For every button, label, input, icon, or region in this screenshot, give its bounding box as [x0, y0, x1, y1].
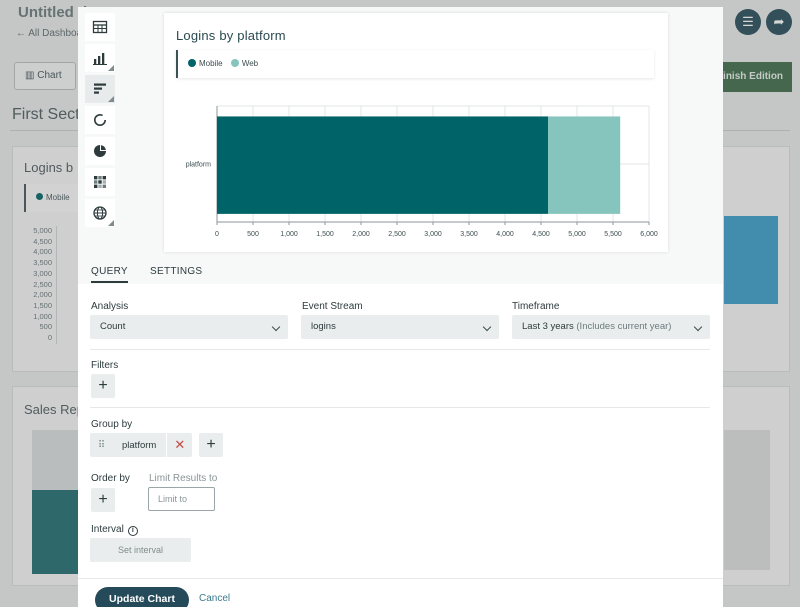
interval-label: Interval i	[91, 524, 138, 536]
divider	[90, 407, 710, 408]
x-tick-label: 5,500	[604, 231, 622, 238]
table-icon	[92, 20, 108, 34]
x-tick-label: 500	[247, 231, 259, 238]
x-tick-label: 0	[215, 231, 219, 238]
timeframe-label: Timeframe	[512, 301, 560, 312]
x-tick-label: 3,000	[424, 231, 442, 238]
x-tick-label: 3,500	[460, 231, 478, 238]
legend-label-mobile: Mobile	[199, 59, 223, 68]
group-by-chip-label: platform	[122, 439, 157, 451]
chevron-down-icon	[693, 322, 703, 332]
y-tick-label: platform	[186, 162, 211, 169]
plus-icon: +	[98, 491, 108, 508]
group-by-chip[interactable]: ⠿ platform ✕	[90, 433, 193, 457]
drag-handle-icon[interactable]: ⠿	[90, 440, 112, 451]
x-tick-label: 4,000	[496, 231, 514, 238]
heatmap-icon	[94, 176, 106, 188]
x-tick-label: 1,500	[316, 231, 334, 238]
globe-icon	[93, 206, 107, 220]
plus-icon: +	[206, 436, 216, 453]
horizontal-bar-icon	[94, 83, 106, 94]
limit-input[interactable]: Limit to	[148, 487, 215, 511]
order-by-label: Order by	[91, 473, 130, 484]
x-tick-label: 5,000	[568, 231, 586, 238]
tab-settings[interactable]: SETTINGS	[150, 266, 202, 277]
set-interval-button[interactable]: Set interval	[90, 538, 191, 562]
chart-type-horizontal-bar[interactable]	[85, 75, 115, 103]
chart-plot: platform 0 500 1,000 1,500 2,000 2,500 3,000 3,5…	[186, 105, 658, 238]
modal-footer: Update Chart Cancel	[78, 578, 723, 607]
timeframe-select[interactable]: Last 3 years (Includes current year)	[512, 315, 710, 339]
chart-type-pie[interactable]	[85, 137, 115, 165]
chevron-down-icon	[271, 322, 281, 332]
editor-tabs: QUERY SETTINGS	[78, 262, 723, 284]
chart-type-map[interactable]	[85, 199, 115, 227]
bar-web	[548, 116, 621, 214]
chart-type-toolbar	[85, 13, 115, 230]
update-chart-button[interactable]: Update Chart	[95, 587, 189, 607]
x-tick-label: 4,500	[532, 231, 550, 238]
filters-label: Filters	[91, 360, 119, 371]
bar-mobile	[217, 116, 549, 214]
legend-dot-mobile	[188, 59, 196, 67]
submenu-corner-icon	[108, 65, 114, 71]
donut-icon	[94, 114, 106, 126]
bar-chart-icon	[93, 53, 107, 65]
add-order-by-button[interactable]: +	[91, 488, 115, 512]
analysis-select[interactable]: Count	[90, 315, 288, 339]
timeframe-value: Last 3 years	[522, 321, 574, 332]
remove-icon[interactable]: ✕	[166, 433, 192, 457]
analysis-label: Analysis	[91, 301, 129, 312]
chart-legend: Mobile Web	[176, 50, 654, 78]
submenu-corner-icon	[108, 220, 114, 226]
chart-type-table[interactable]	[85, 13, 115, 41]
chart-editor-modal: Logins by platform Mobile Web platform 0 5…	[78, 7, 723, 607]
info-icon[interactable]: i	[127, 526, 138, 536]
limit-label: Limit Results to	[149, 473, 218, 484]
chart-type-donut[interactable]	[85, 106, 115, 134]
event-stream-select[interactable]: logins	[301, 315, 499, 339]
chart-title: Logins by platform	[176, 28, 286, 43]
legend-dot-web	[230, 59, 239, 67]
x-tick-label: 1,000	[280, 231, 298, 238]
legend-item-mobile[interactable]: Mobile	[188, 59, 223, 68]
timeframe-note: (Includes current year)	[576, 321, 672, 332]
group-by-label: Group by	[91, 419, 133, 430]
plus-icon: +	[98, 377, 108, 394]
chevron-down-icon	[482, 322, 492, 332]
tab-query[interactable]: QUERY	[91, 266, 128, 283]
chart-type-heatmap[interactable]	[85, 168, 115, 196]
legend-item-web[interactable]: Web	[230, 59, 259, 68]
chart-type-bar[interactable]	[85, 44, 115, 72]
submenu-corner-icon	[108, 96, 114, 102]
add-group-by-button[interactable]: +	[199, 433, 223, 457]
divider	[90, 349, 710, 350]
legend-label-web: Web	[241, 59, 259, 68]
pie-icon	[94, 145, 106, 157]
x-tick-label: 2,000	[352, 231, 370, 238]
add-filter-button[interactable]: +	[91, 374, 115, 398]
interval-label-text: Interval	[91, 524, 124, 535]
x-tick-label: 2,500	[388, 231, 406, 238]
cancel-link[interactable]: Cancel	[199, 593, 230, 604]
analysis-value: Count	[100, 321, 126, 332]
chart-preview: Logins by platform Mobile Web platform 0 5…	[164, 13, 668, 252]
event-stream-value: logins	[311, 321, 336, 332]
x-tick-label: 6,000	[640, 231, 658, 238]
event-stream-label: Event Stream	[302, 301, 363, 312]
